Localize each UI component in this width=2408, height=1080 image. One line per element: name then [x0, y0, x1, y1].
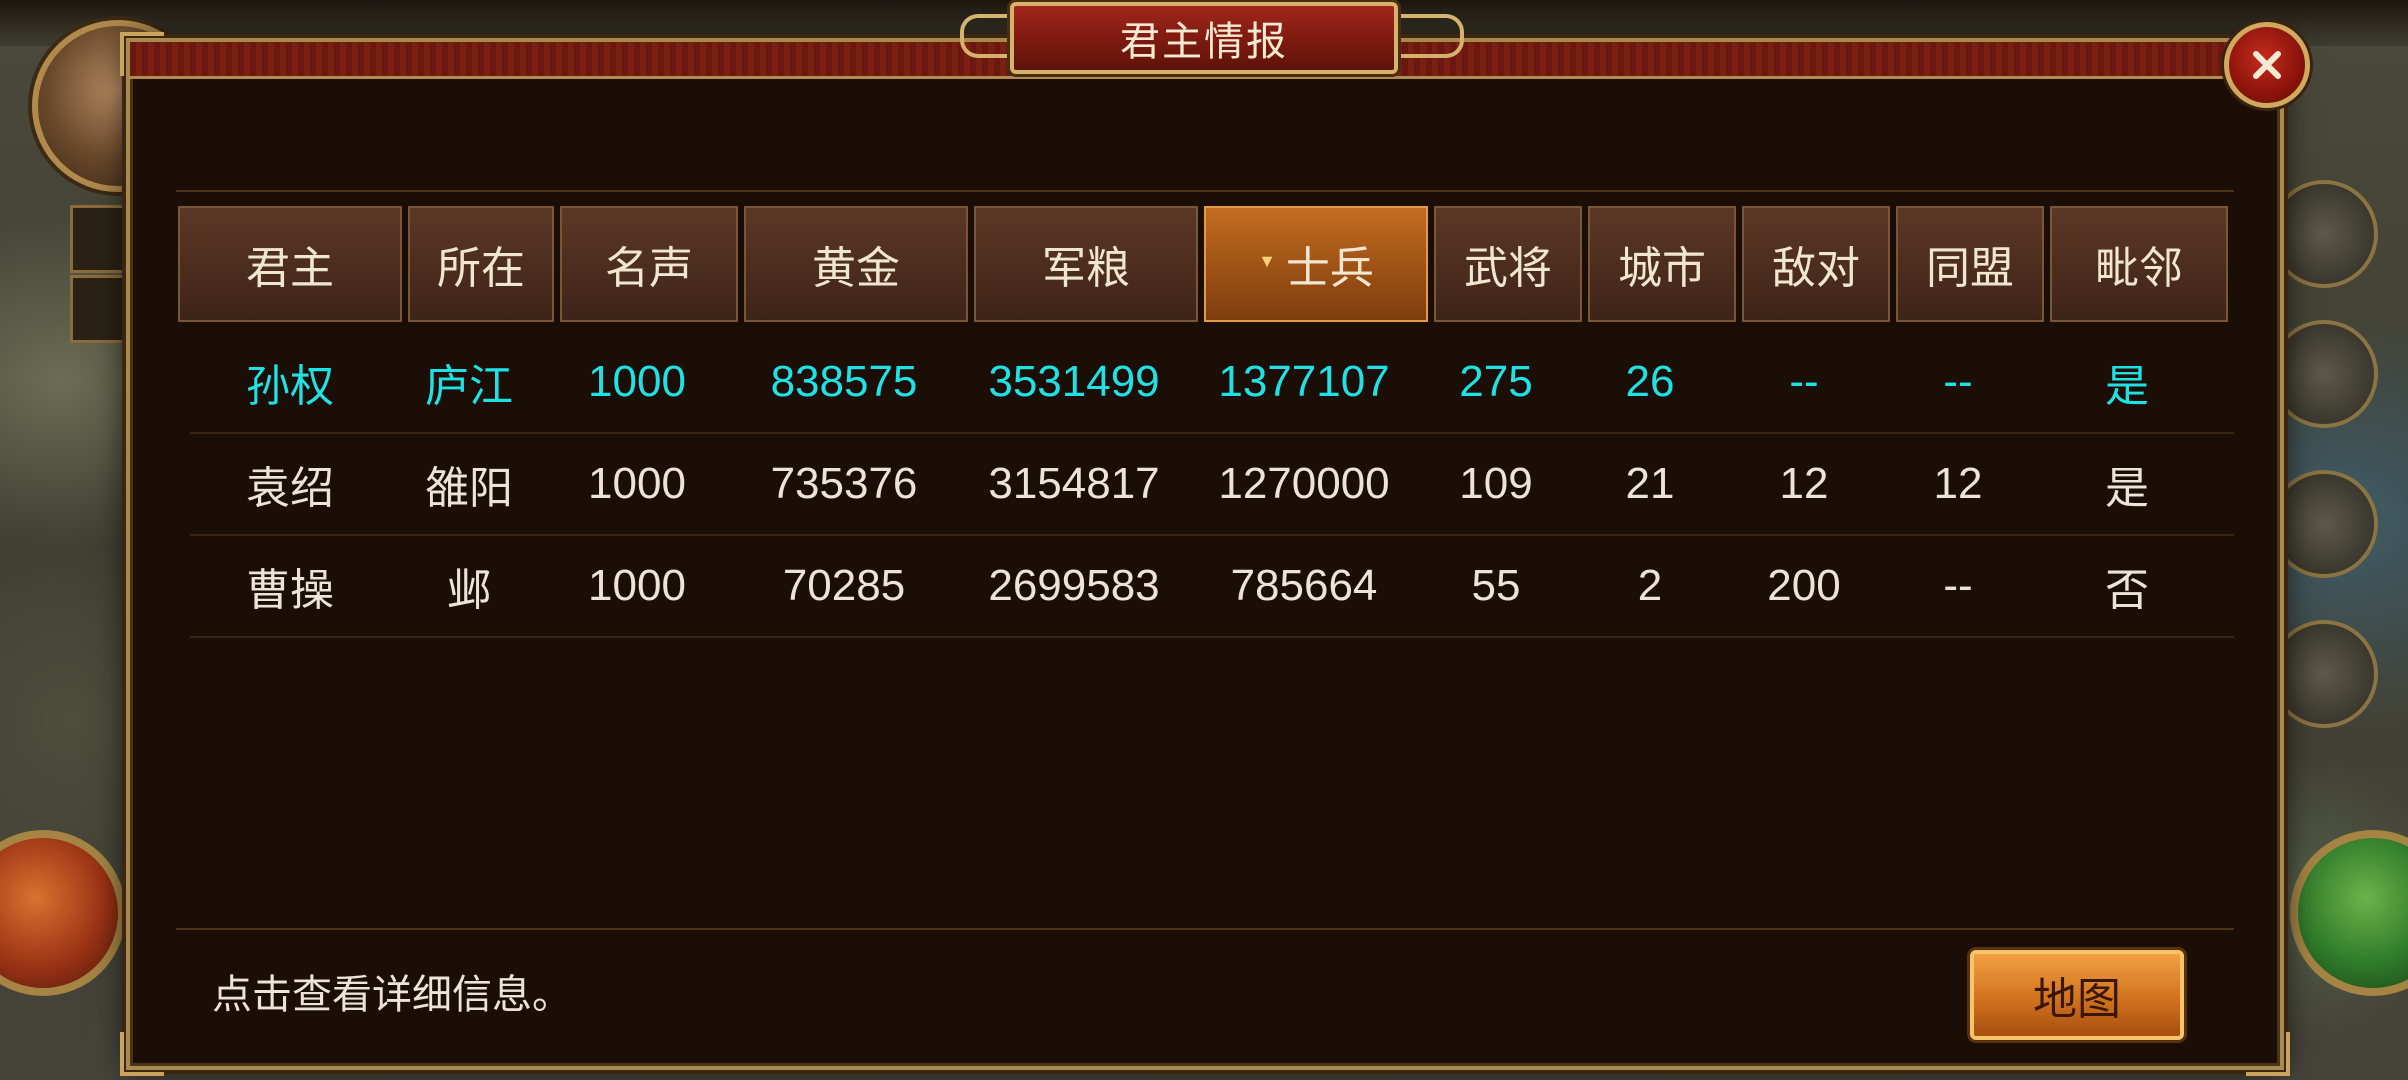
- lord-intel-dialog: 君主 所在 名声 黄金 军粮 ▼ 士兵 武将 城市 敌对 同盟 毗邻 孙权 庐江 …: [120, 32, 2290, 1076]
- cell-lord: 孙权: [246, 362, 334, 411]
- cell-location: 雒阳: [425, 464, 513, 513]
- header-lord[interactable]: 君主: [178, 206, 402, 322]
- cell-soldiers: 785664: [1230, 561, 1378, 610]
- cell-food: 3531499: [988, 357, 1160, 406]
- header-label: 敌对: [1772, 244, 1860, 293]
- map-button-label: 地图: [2033, 975, 2121, 1024]
- header-alliance[interactable]: 同盟: [1896, 206, 2044, 322]
- cell-adjacent: 是: [2105, 362, 2149, 411]
- cell-cities: 26: [1625, 357, 1675, 406]
- cell-generals: 109: [1459, 459, 1533, 508]
- header-cities[interactable]: 城市: [1588, 206, 1736, 322]
- cell-location: 邺: [447, 566, 491, 615]
- cell-hostile: --: [1789, 357, 1819, 406]
- cell-location: 庐江: [425, 362, 513, 411]
- cell-alliance: --: [1943, 357, 1973, 406]
- footer-divider: [176, 928, 2234, 930]
- header-label: 同盟: [1926, 244, 2014, 293]
- cell-cities: 2: [1637, 561, 1663, 610]
- cell-food: 2699583: [988, 561, 1160, 610]
- header-label: 黄金: [812, 244, 900, 293]
- frame-corner: [2246, 1032, 2290, 1076]
- cell-soldiers: 1270000: [1218, 459, 1390, 508]
- cell-fame: 1000: [588, 459, 686, 508]
- cell-generals: 55: [1471, 561, 1521, 610]
- header-label: 所在: [437, 244, 525, 293]
- header-fame[interactable]: 名声: [560, 206, 738, 322]
- side-action-button[interactable]: [2270, 320, 2378, 428]
- cell-lord: 曹操: [246, 566, 334, 615]
- table-header: 君主 所在 名声 黄金 军粮 ▼ 士兵 武将 城市 敌对 同盟 毗邻: [178, 206, 2242, 324]
- dialog-title-text: 君主情报: [1120, 20, 1288, 64]
- sort-down-icon: ▼: [1258, 250, 1276, 271]
- header-label: 名声: [605, 244, 693, 293]
- frame-corner: [120, 32, 164, 76]
- cell-adjacent: 否: [2105, 566, 2149, 615]
- cell-food: 3154817: [988, 459, 1160, 508]
- header-gold[interactable]: 黄金: [744, 206, 968, 322]
- cell-hostile: 200: [1767, 561, 1841, 610]
- header-soldiers[interactable]: ▼ 士兵: [1204, 206, 1428, 322]
- cell-gold: 735376: [770, 459, 918, 508]
- close-button[interactable]: [2224, 22, 2310, 108]
- cell-alliance: 12: [1933, 459, 1983, 508]
- cell-gold: 70285: [782, 561, 906, 610]
- header-label: 城市: [1618, 244, 1706, 293]
- cell-alliance: --: [1943, 561, 1973, 610]
- map-button[interactable]: 地图: [1970, 950, 2184, 1040]
- header-adjacent[interactable]: 毗邻: [2050, 206, 2228, 322]
- cell-cities: 21: [1625, 459, 1675, 508]
- cell-fame: 1000: [588, 561, 686, 610]
- header-hostile[interactable]: 敌对: [1742, 206, 1890, 322]
- table-row[interactable]: 袁绍 雒阳 1000 735376 3154817 1270000 109 21…: [190, 434, 2234, 536]
- divider: [176, 190, 2234, 192]
- cell-adjacent: 是: [2105, 464, 2149, 513]
- table-row[interactable]: 曹操 邺 1000 70285 2699583 785664 55 2 200 …: [190, 536, 2234, 638]
- cell-generals: 275: [1459, 357, 1533, 406]
- close-icon: [2253, 51, 2281, 79]
- footer-hint: 点击查看详细信息。: [212, 973, 572, 1017]
- table-row[interactable]: 孙权 庐江 1000 838575 3531499 1377107 275 26…: [190, 332, 2234, 434]
- header-food[interactable]: 军粮: [974, 206, 1198, 322]
- side-action-button[interactable]: [2270, 620, 2378, 728]
- header-generals[interactable]: 武将: [1434, 206, 1582, 322]
- header-label: 士兵: [1285, 244, 1374, 293]
- header-label: 武将: [1464, 244, 1552, 293]
- cell-lord: 袁绍: [246, 464, 334, 513]
- cell-hostile: 12: [1779, 459, 1829, 508]
- cell-fame: 1000: [588, 357, 686, 406]
- header-label: 君主: [246, 244, 334, 293]
- frame-corner: [120, 1032, 164, 1076]
- cell-soldiers: 1377107: [1218, 357, 1390, 406]
- header-location[interactable]: 所在: [408, 206, 554, 322]
- header-label: 毗邻: [2095, 244, 2183, 293]
- side-action-button[interactable]: [2270, 180, 2378, 288]
- side-action-button[interactable]: [2270, 470, 2378, 578]
- dialog-title: 君主情报: [1010, 2, 1398, 74]
- cell-gold: 838575: [770, 357, 918, 406]
- header-label: 军粮: [1042, 244, 1130, 293]
